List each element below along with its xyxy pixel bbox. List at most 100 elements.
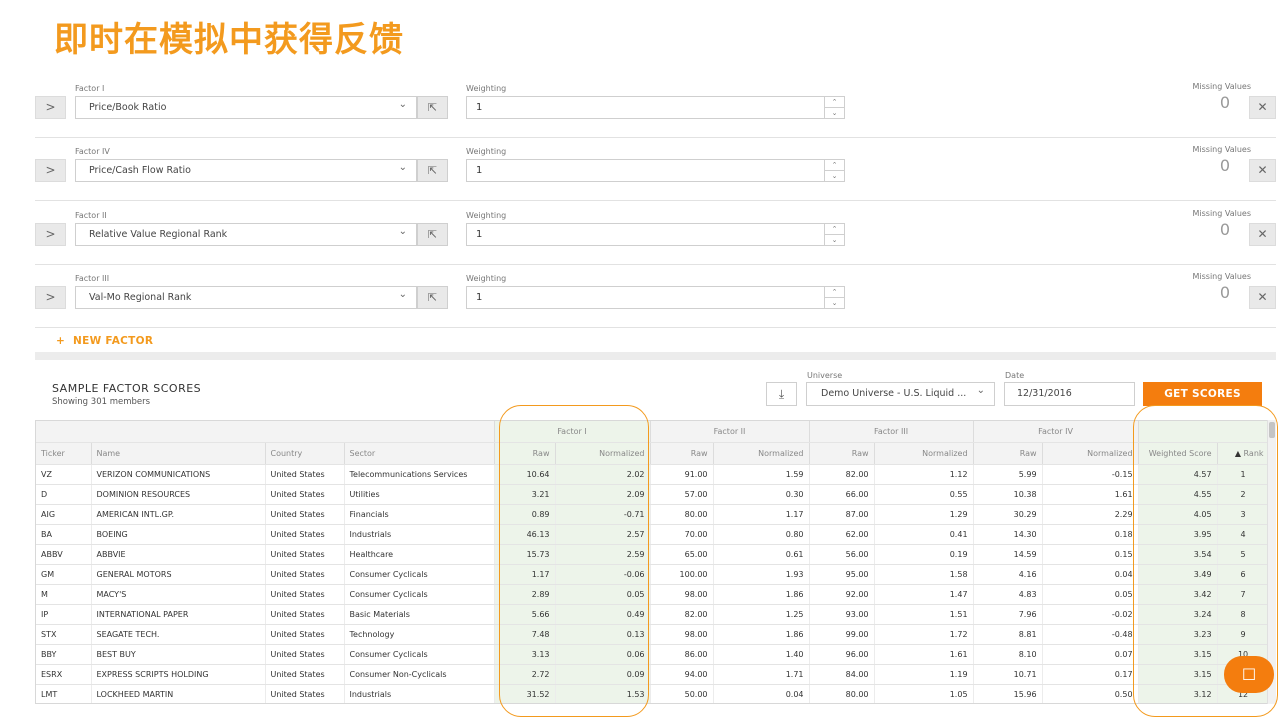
pick-factor-button[interactable]: ⇱ (417, 286, 448, 309)
table-row[interactable]: VZ VERIZON COMMUNICATIONS United States Tel… (36, 464, 1267, 485)
table-cell: 2.02 (555, 464, 651, 485)
table-cell: Consumer Cyclicals (344, 584, 495, 605)
table-cell: 57.00 (650, 484, 714, 505)
weighting-input[interactable]: 1 (466, 159, 825, 182)
remove-factor-button[interactable]: ✕ (1249, 286, 1276, 309)
factor-select[interactable]: Relative Value Regional Rank ⌄ (75, 223, 417, 246)
table-cell: Financials (344, 504, 495, 525)
pick-factor-button[interactable]: ⇱ (417, 96, 448, 119)
weighting-stepper[interactable]: ⌃ ⌄ (824, 96, 845, 119)
column-header[interactable]: Sector (344, 442, 495, 465)
remove-factor-button[interactable]: ✕ (1249, 96, 1276, 119)
table-row[interactable]: IP INTERNATIONAL PAPER United States Basic … (36, 604, 1267, 625)
factor-select[interactable]: Price/Cash Flow Ratio ⌄ (75, 159, 417, 182)
expand-button[interactable]: > (35, 223, 66, 246)
new-factor-button[interactable]: + NEW FACTOR (56, 335, 153, 347)
column-header[interactable]: Raw (809, 442, 875, 465)
factor-row: > Factor II Relative Value Regional Rank ⌄ ⇱… (35, 202, 1276, 265)
missing-values-label: Missing Values (1192, 145, 1251, 154)
table-cell: 84.00 (809, 664, 875, 685)
table-cell: 2.72 (494, 664, 556, 685)
table-cell: -0.02 (1042, 604, 1139, 625)
stepper-up-icon[interactable]: ⌃ (825, 160, 844, 171)
stepper-up-icon[interactable]: ⌃ (825, 97, 844, 108)
table-cell: 91.00 (650, 464, 714, 485)
table-cell: United States (265, 604, 345, 625)
date-input[interactable]: 12/31/2016 (1004, 382, 1135, 406)
column-header[interactable]: ▲ Rank (1217, 442, 1267, 465)
column-header[interactable]: Normalized (874, 442, 974, 465)
factor-select[interactable]: Price/Book Ratio ⌄ (75, 96, 417, 119)
weighting-stepper[interactable]: ⌃ ⌄ (824, 159, 845, 182)
table-row[interactable]: M MACY'S United States Consumer Cyclicals 2.… (36, 584, 1267, 605)
pick-factor-button[interactable]: ⇱ (417, 159, 448, 182)
table-cell: 1.12 (874, 464, 974, 485)
table-cell: 4 (1217, 524, 1267, 545)
column-header[interactable]: Raw (494, 442, 556, 465)
table-row[interactable]: BBY BEST BUY United States Consumer Cyclica… (36, 644, 1267, 665)
stepper-down-icon[interactable]: ⌄ (825, 171, 844, 182)
table-cell: Technology (344, 624, 495, 645)
table-cell: AIG (36, 504, 92, 525)
table-cell: 4.16 (973, 564, 1043, 585)
column-header[interactable]: Normalized (713, 442, 810, 465)
table-cell: 4.05 (1138, 504, 1218, 525)
remove-factor-button[interactable]: ✕ (1249, 223, 1276, 246)
column-header[interactable]: Weighted Score (1138, 442, 1218, 465)
table-row[interactable]: ABBV ABBVIE United States Healthcare 15.73 2.… (36, 544, 1267, 565)
factor-label: Factor III (75, 274, 110, 283)
stepper-down-icon[interactable]: ⌄ (825, 235, 844, 246)
get-scores-button[interactable]: GET SCORES (1143, 382, 1262, 406)
weighting-input[interactable]: 1 (466, 223, 825, 246)
column-header[interactable]: Normalized (555, 442, 651, 465)
cursor-icon: ⇱ (427, 101, 438, 114)
column-header[interactable]: Name (91, 442, 266, 465)
table-cell: GENERAL MOTORS (91, 564, 266, 585)
table-row[interactable]: LMT LOCKHEED MARTIN United States Industria… (36, 684, 1267, 703)
column-header[interactable]: Raw (973, 442, 1043, 465)
weighting-stepper[interactable]: ⌃ ⌄ (824, 223, 845, 246)
chevron-down-icon: ⌄ (398, 289, 407, 300)
table-row[interactable]: ESRX EXPRESS SCRIPTS HOLDING United States… (36, 664, 1267, 685)
expand-button[interactable]: > (35, 286, 66, 309)
chat-button[interactable]: ☐ (1224, 656, 1274, 693)
stepper-up-icon[interactable]: ⌃ (825, 287, 844, 298)
column-header[interactable]: Normalized (1042, 442, 1139, 465)
pick-factor-button[interactable]: ⇱ (417, 223, 448, 246)
table-cell: 8.10 (973, 644, 1043, 665)
column-header[interactable]: Ticker (36, 442, 92, 465)
table-row[interactable]: BA BOEING United States Industrials 46.13 2.5… (36, 524, 1267, 545)
column-header[interactable]: Raw (650, 442, 714, 465)
universe-select[interactable]: Demo Universe - U.S. Liquid ... ⌄ (806, 382, 995, 406)
table-cell: 1.05 (874, 684, 974, 703)
column-header[interactable]: Country (265, 442, 345, 465)
table-cell: United States (265, 684, 345, 703)
weighting-input[interactable]: 1 (466, 286, 825, 309)
chevron-right-icon: > (45, 100, 56, 114)
table-row[interactable]: STX SEAGATE TECH. United States Technology 7… (36, 624, 1267, 645)
date-label: Date (1005, 371, 1025, 380)
missing-values-count: 0 (1219, 220, 1230, 239)
table-cell: 1.51 (874, 604, 974, 625)
sort-asc-icon[interactable]: ▲ (1235, 449, 1241, 458)
stepper-down-icon[interactable]: ⌄ (825, 108, 844, 119)
expand-button[interactable]: > (35, 96, 66, 119)
table-cell: 3.54 (1138, 544, 1218, 565)
scrollbar-thumb[interactable] (1269, 422, 1275, 438)
factor-select[interactable]: Val-Mo Regional Rank ⌄ (75, 286, 417, 309)
expand-button[interactable]: > (35, 159, 66, 182)
table-row[interactable]: AIG AMERICAN INTL.GP. United States Financi… (36, 504, 1267, 525)
remove-factor-button[interactable]: ✕ (1249, 159, 1276, 182)
table-row[interactable]: GM GENERAL MOTORS United States Consumer Cy… (36, 564, 1267, 585)
download-icon: ⤓ (778, 387, 785, 401)
table-cell: 6 (1217, 564, 1267, 585)
table-cell: 3.15 (1138, 664, 1218, 685)
factor-value: Relative Value Regional Rank (89, 229, 228, 240)
stepper-up-icon[interactable]: ⌃ (825, 224, 844, 235)
table-row[interactable]: D DOMINION RESOURCES United States Utilitie… (36, 484, 1267, 505)
stepper-down-icon[interactable]: ⌄ (825, 298, 844, 309)
weighting-stepper[interactable]: ⌃ ⌄ (824, 286, 845, 309)
column-header-label: Country (270, 448, 303, 458)
download-button[interactable]: ⤓ (766, 382, 797, 406)
weighting-input[interactable]: 1 (466, 96, 825, 119)
